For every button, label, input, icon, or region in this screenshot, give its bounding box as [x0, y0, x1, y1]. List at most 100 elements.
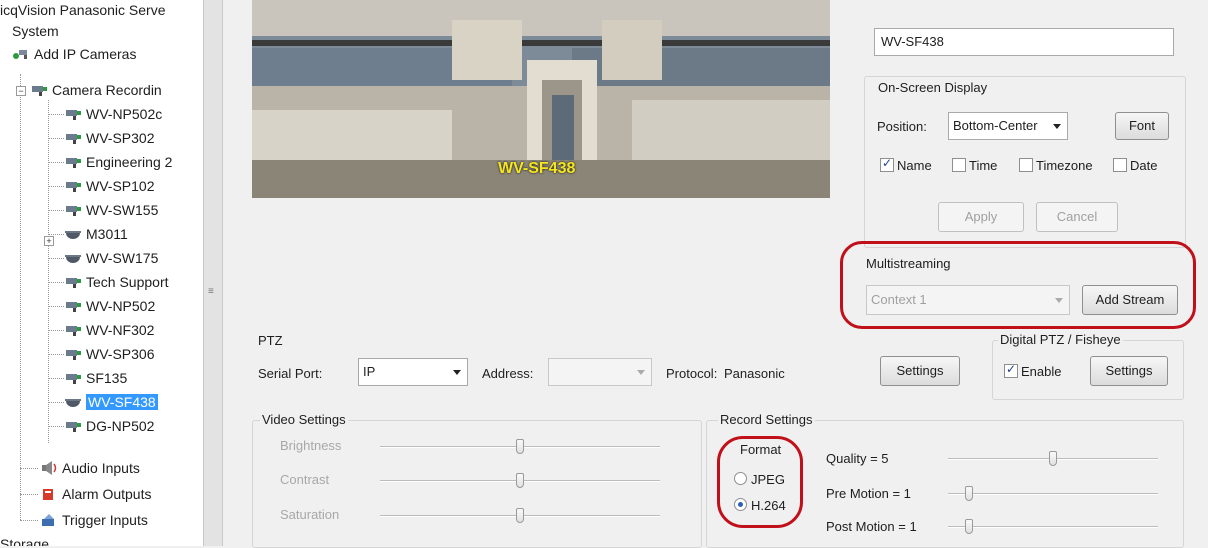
- tree-item-label: Camera Recordin: [52, 82, 162, 98]
- tree-item-camera[interactable]: WV-NP502: [64, 295, 155, 317]
- stream-context-select[interactable]: Context 1: [866, 285, 1070, 315]
- checkbox[interactable]: [952, 158, 966, 172]
- add-stream-button[interactable]: Add Stream: [1082, 285, 1178, 315]
- font-button[interactable]: Font: [1115, 112, 1169, 140]
- tree-item-label: M3011: [86, 226, 128, 242]
- tree-item-camera[interactable]: Tech Support: [64, 271, 169, 293]
- camera-icon: [64, 153, 82, 168]
- tree-item-label: SF135: [86, 370, 128, 386]
- tree-item-alarm-outputs[interactable]: Alarm Outputs: [40, 483, 151, 505]
- camera-icon: [64, 417, 82, 432]
- osd-position-label: Position:: [877, 119, 927, 134]
- tree-item-label: Add IP Cameras: [34, 46, 137, 62]
- camera-icon: [64, 177, 82, 192]
- osd-check-date[interactable]: Date: [1113, 158, 1157, 173]
- stream-context-value: Context 1: [871, 292, 927, 307]
- format-jpeg-radio[interactable]: JPEG: [734, 472, 785, 487]
- quality-slider-thumb[interactable]: [1049, 451, 1057, 466]
- video-slider-thumb[interactable]: [516, 473, 524, 488]
- tree-item-label: Storage: [0, 536, 50, 546]
- tree-root-label: icqVision Panasonic Serve: [0, 2, 166, 18]
- video-settings-title: Video Settings: [260, 412, 348, 427]
- serial-port-value: IP: [363, 364, 376, 379]
- cancel-button[interactable]: Cancel: [1036, 202, 1118, 232]
- tree-item-label: WV-SF438: [86, 394, 158, 410]
- video-slider-label: Brightness: [280, 438, 342, 453]
- tree-item-camera[interactable]: WV-NF302: [64, 319, 154, 341]
- multistreaming-title: Multistreaming: [864, 256, 953, 271]
- digital-ptz-settings-button[interactable]: Settings: [1090, 356, 1168, 386]
- tree-item-label: WV-SP102: [86, 178, 155, 194]
- tree-splitter[interactable]: ≡: [203, 0, 223, 546]
- post-motion-slider-thumb[interactable]: [965, 519, 973, 534]
- chevron-down-icon: [1053, 124, 1061, 129]
- tree-item-camera[interactable]: WV-NP502c: [64, 103, 162, 125]
- collapse-toggle[interactable]: −: [16, 86, 26, 96]
- camera-icon: [64, 369, 82, 384]
- checkbox[interactable]: [880, 156, 894, 172]
- checkbox-label: Enable: [1021, 364, 1062, 379]
- video-slider-thumb[interactable]: [516, 439, 524, 454]
- ptz-title: PTZ: [256, 333, 285, 348]
- serial-port-select[interactable]: IP: [358, 358, 468, 386]
- grip-icon: ≡: [208, 286, 214, 297]
- radio-button[interactable]: [734, 472, 747, 485]
- radio-label: JPEG: [751, 472, 785, 487]
- ptz-settings-button[interactable]: Settings: [880, 356, 960, 386]
- tree-item-camera[interactable]: WV-SW155: [64, 199, 158, 221]
- osd-position-select[interactable]: Bottom-Center: [948, 112, 1068, 140]
- osd-check-name[interactable]: Name: [880, 156, 932, 173]
- protocol-value: Panasonic: [724, 366, 785, 381]
- checkbox[interactable]: [1019, 158, 1033, 172]
- post-motion-slider-track[interactable]: [948, 526, 1158, 528]
- tree-item-label: Engineering 2: [86, 154, 173, 170]
- camera-tree[interactable]: icqVision Panasonic Serve System Add IP …: [0, 0, 203, 546]
- checkbox[interactable]: [1004, 362, 1018, 378]
- tree-item-label: WV-SP306: [86, 346, 155, 362]
- tree-item-system[interactable]: System: [12, 20, 59, 42]
- camera-name-input[interactable]: WV-SF438: [874, 28, 1174, 56]
- alarm-icon: [40, 485, 58, 500]
- tree-item-label: WV-NP502c: [86, 106, 163, 122]
- tree-item-trigger-inputs[interactable]: Trigger Inputs: [40, 509, 148, 531]
- tree-item-label: Alarm Outputs: [62, 486, 152, 502]
- tree-item-camera[interactable]: Engineering 2: [64, 151, 172, 173]
- checkbox-label: Time: [969, 158, 998, 173]
- chevron-down-icon: [637, 370, 645, 375]
- tree-item-camera[interactable]: WV-SP102: [64, 175, 154, 197]
- camera-icon: [64, 129, 82, 144]
- osd-check-time[interactable]: Time: [952, 158, 997, 173]
- tree-item-camera[interactable]: M3011: [64, 223, 128, 245]
- tree-item-storage[interactable]: Storage: [0, 533, 49, 546]
- tree-item-label: WV-SW175: [86, 250, 159, 266]
- tree-item-camera[interactable]: WV-SW175: [64, 247, 158, 269]
- tree-item-audio-inputs[interactable]: Audio Inputs: [40, 457, 140, 479]
- expand-toggle[interactable]: +: [44, 236, 54, 246]
- tree-item-add-ip-cameras[interactable]: Add IP Cameras: [12, 43, 136, 65]
- format-h264-radio[interactable]: H.264: [734, 498, 786, 513]
- checkbox-label: Timezone: [1036, 158, 1093, 173]
- radio-button[interactable]: [734, 498, 747, 511]
- tree-item-camera[interactable]: WV-SF438: [64, 391, 158, 413]
- address-select[interactable]: [548, 358, 652, 386]
- video-slider-label: Saturation: [280, 507, 340, 522]
- video-slider-thumb[interactable]: [516, 508, 524, 523]
- digital-ptz-enable[interactable]: Enable: [1004, 362, 1062, 379]
- tree-item-camera[interactable]: WV-SP306: [64, 343, 154, 365]
- tree-root[interactable]: icqVision Panasonic Serve: [0, 0, 166, 21]
- pre-motion-slider-thumb[interactable]: [965, 486, 973, 501]
- tree-item-label: DG-NP502: [86, 418, 155, 434]
- address-label: Address:: [482, 366, 534, 381]
- checkbox[interactable]: [1113, 158, 1127, 172]
- tree-item-camera[interactable]: WV-SP302: [64, 127, 154, 149]
- pre-motion-slider-track[interactable]: [948, 493, 1158, 495]
- tree-item-camera[interactable]: SF135: [64, 367, 127, 389]
- tree-item-camera-recording[interactable]: Camera Recordin: [30, 79, 162, 101]
- apply-button[interactable]: Apply: [938, 202, 1024, 232]
- camera-icon: [64, 105, 82, 120]
- camera-icon: [64, 201, 82, 216]
- dome-camera-icon: [64, 393, 82, 407]
- tree-item-camera[interactable]: DG-NP502: [64, 415, 154, 437]
- osd-check-timezone[interactable]: Timezone: [1019, 158, 1093, 173]
- chevron-down-icon: [1055, 298, 1063, 303]
